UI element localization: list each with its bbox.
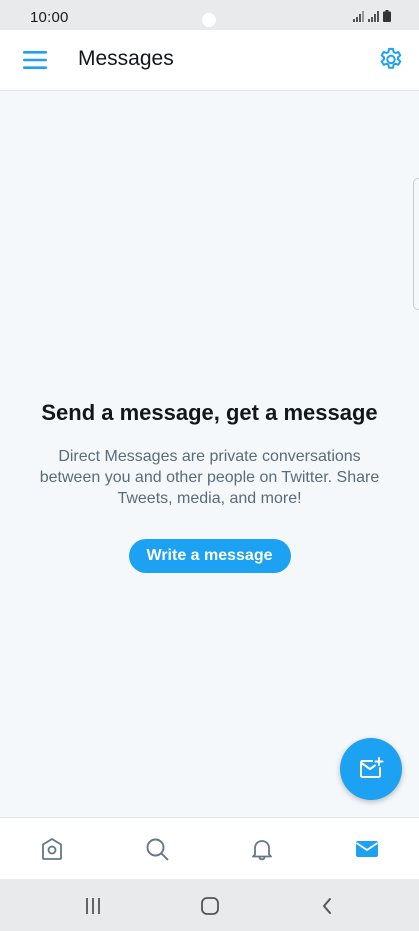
new-message-fab[interactable]: [340, 738, 402, 800]
app-header: Messages: [0, 30, 419, 91]
system-home-button[interactable]: [198, 894, 222, 918]
signal-icon-2: [368, 11, 379, 22]
home-icon: [42, 838, 62, 860]
bottom-tab-bar: [0, 817, 419, 879]
page-title: Messages: [78, 47, 174, 70]
status-time: 10:00: [30, 9, 69, 26]
status-icons: [353, 10, 391, 22]
system-nav-bar: [0, 879, 419, 931]
write-message-button[interactable]: Write a message: [128, 539, 291, 573]
settings-button[interactable]: [377, 46, 405, 74]
recent-apps-button[interactable]: [81, 894, 105, 918]
recent-apps-icon: [86, 898, 100, 914]
back-chevron-icon: [323, 898, 331, 914]
bell-icon: [252, 840, 272, 861]
search-icon: [146, 838, 169, 861]
empty-state-title: Send a message, get a message: [41, 400, 378, 425]
front-camera: [202, 13, 216, 27]
tab-notifications[interactable]: [248, 835, 276, 863]
envelope-icon: [356, 841, 378, 857]
empty-state: Send a message, get a message Direct Mes…: [0, 398, 419, 573]
hamburger-menu-icon: [23, 51, 47, 69]
empty-state-description: Direct Messages are private conversation…: [39, 448, 380, 507]
battery-icon: [383, 10, 391, 22]
status-bar: 10:00: [0, 0, 419, 30]
new-message-icon: [360, 757, 384, 778]
tab-search[interactable]: [143, 835, 171, 863]
phone-screen: 10:00 Messages Send a message, get a mes…: [0, 0, 419, 931]
menu-button[interactable]: [22, 49, 48, 71]
system-back-button[interactable]: [315, 894, 339, 918]
signal-icon: [353, 11, 364, 22]
gear-icon: [380, 47, 402, 69]
scroll-handle[interactable]: [413, 178, 419, 310]
tab-home[interactable]: [38, 835, 66, 863]
home-circle-icon: [201, 897, 219, 915]
tab-messages[interactable]: [353, 835, 381, 863]
